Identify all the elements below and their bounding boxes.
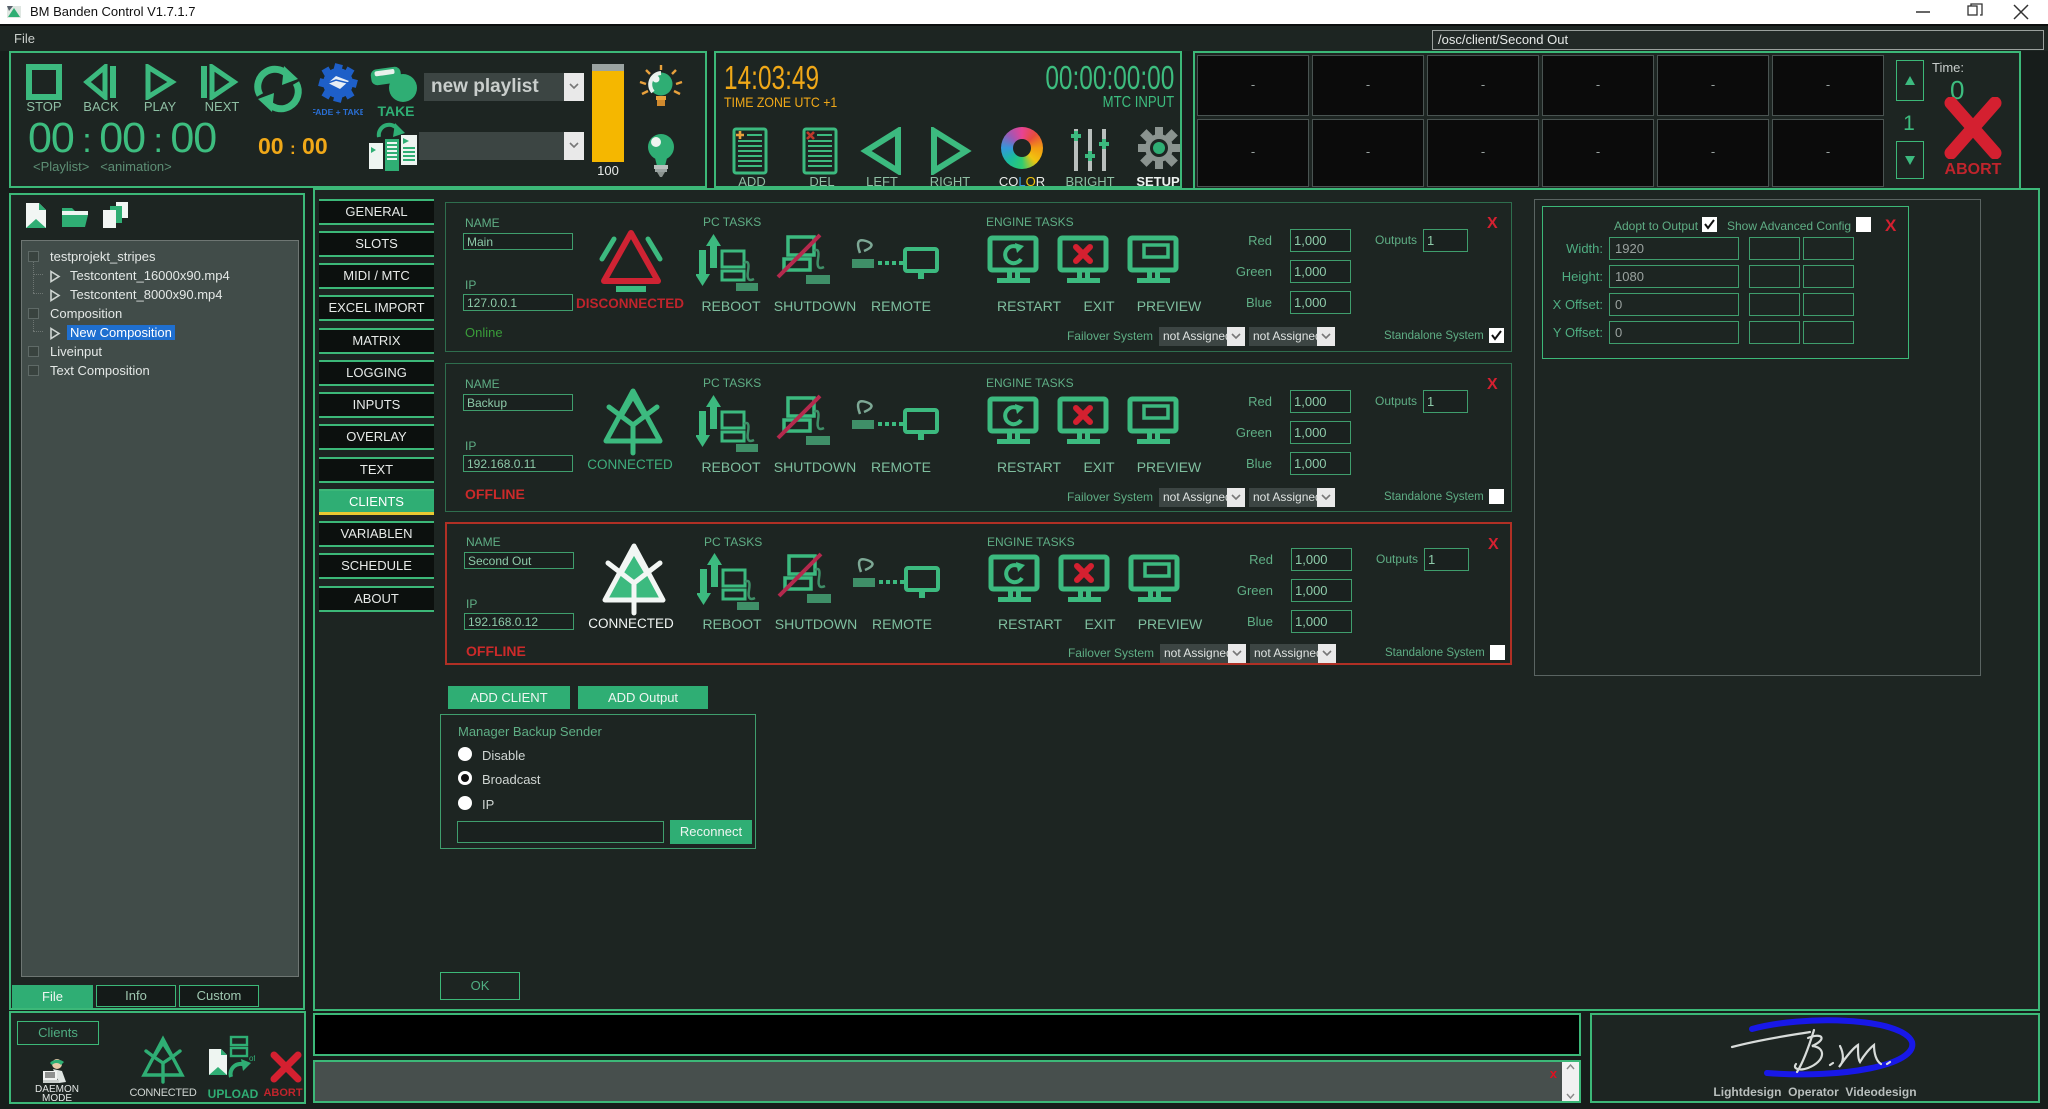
svg-text:off: off <box>249 1054 255 1063</box>
svg-text:FADE + TAKE: FADE + TAKE <box>313 107 363 117</box>
